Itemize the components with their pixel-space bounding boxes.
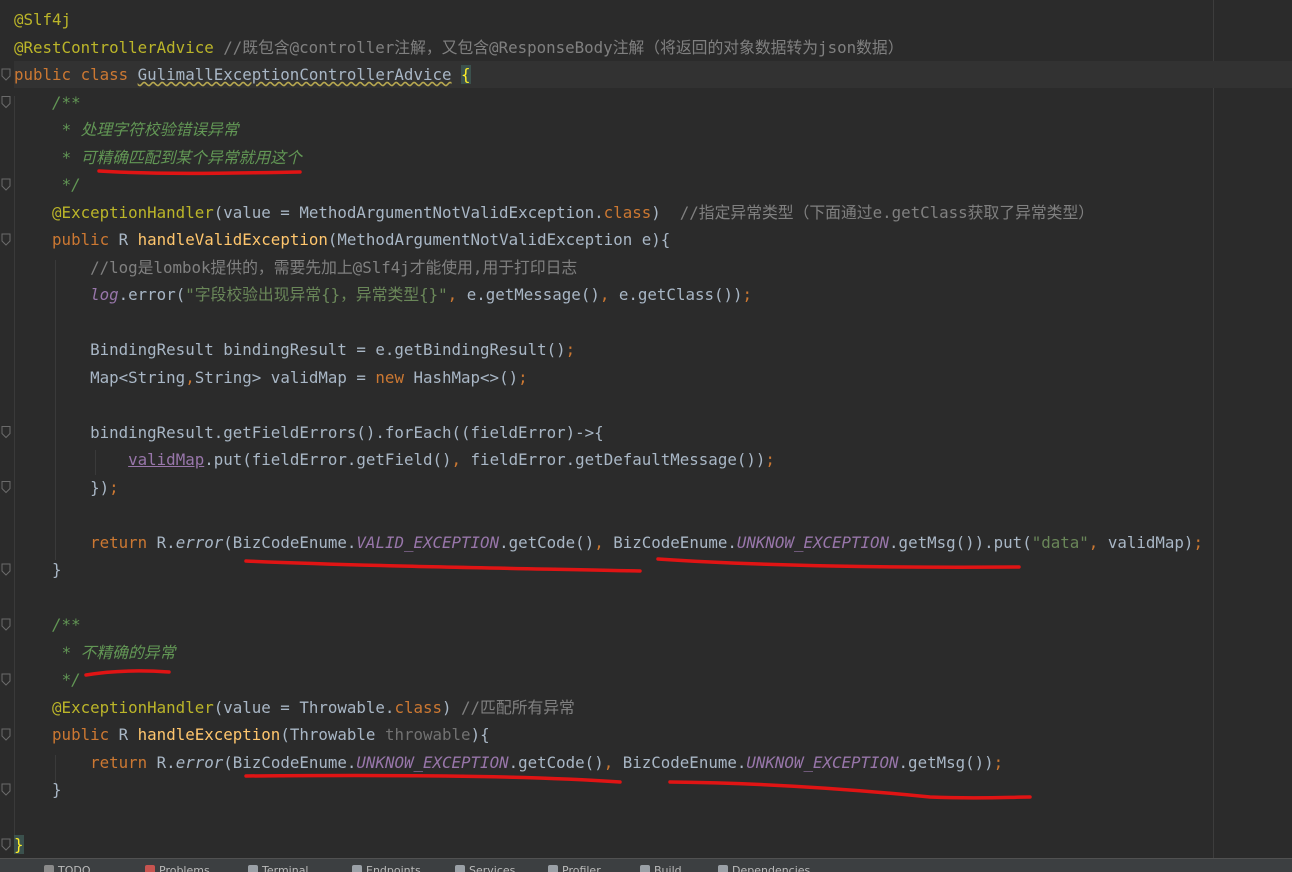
red-underline-unknow-exception-msg-2 [668, 780, 1032, 800]
red-underline-unknow-exception-code [244, 773, 622, 784]
red-underline-annotations [84, 169, 1032, 800]
code-editor[interactable]: @Slf4j @RestControllerAdvice //既包含@contro… [0, 0, 1292, 858]
red-underline-doc-comment-2 [84, 669, 171, 677]
red-underline-unknow-exception-msg-1 [656, 557, 1021, 569]
red-underline-doc-comment-1 [97, 169, 302, 176]
tool-window-bar: TODO Problems Terminal Endpoints Services Pro… [0, 858, 1292, 872]
red-underline-valid-exception-code [244, 559, 642, 573]
